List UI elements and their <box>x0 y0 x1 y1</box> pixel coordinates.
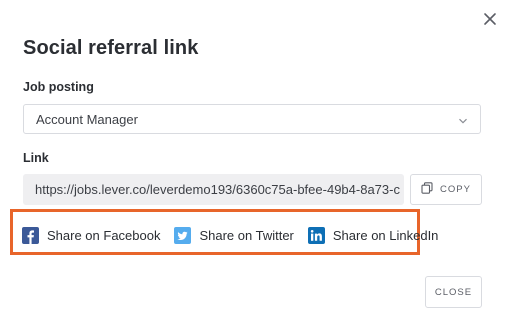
job-posting-select[interactable]: Account Manager <box>23 104 481 134</box>
close-button-label: CLOSE <box>434 286 473 298</box>
chevron-down-icon <box>458 114 468 124</box>
social-referral-modal: Social referral link Job posting Account… <box>0 0 508 325</box>
modal-title: Social referral link <box>23 37 199 59</box>
copy-button-label: COPY <box>440 184 471 195</box>
twitter-icon <box>174 226 192 244</box>
job-posting-value: Account Manager <box>36 111 138 127</box>
referral-link-field[interactable]: https://jobs.lever.co/leverdemo193/6360c… <box>23 174 404 205</box>
close-button[interactable]: CLOSE <box>425 276 482 308</box>
share-twitter-label: Share on Twitter <box>199 227 294 243</box>
share-links-row: Share on Facebook Share on Twitter Share… <box>22 225 438 245</box>
share-twitter-link[interactable]: Share on Twitter <box>174 226 294 244</box>
close-icon[interactable] <box>481 10 499 28</box>
share-linkedin-link[interactable]: Share on LinkedIn <box>307 226 439 244</box>
job-posting-label: Job posting <box>23 80 94 94</box>
link-label: Link <box>23 151 49 165</box>
share-facebook-label: Share on Facebook <box>47 227 161 243</box>
share-linkedin-label: Share on LinkedIn <box>332 227 439 243</box>
share-facebook-link[interactable]: Share on Facebook <box>22 226 161 244</box>
facebook-icon <box>22 226 39 244</box>
linkedin-icon <box>307 226 325 244</box>
copy-icon <box>421 182 433 197</box>
copy-button[interactable]: COPY <box>410 174 482 205</box>
